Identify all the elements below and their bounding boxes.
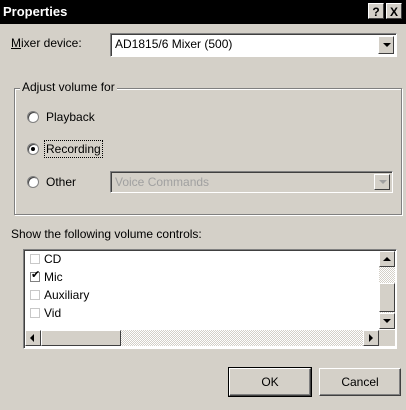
auxiliary-checkbox[interactable] — [30, 290, 40, 300]
other-label[interactable]: Other — [46, 175, 76, 189]
chevron-down-icon — [379, 180, 387, 184]
horizontal-scroll-thumb[interactable] — [41, 330, 121, 346]
help-button[interactable]: ? — [368, 3, 384, 19]
mixer-device-label: Mixer device: — [11, 36, 82, 50]
scroll-right-button[interactable] — [363, 330, 379, 346]
scrollbar-corner — [379, 330, 395, 346]
title-bar: Properties ? X — [0, 0, 406, 24]
mic-label: Mic — [44, 270, 63, 284]
arrow-down-icon — [383, 319, 391, 323]
scroll-left-button[interactable] — [25, 330, 41, 346]
checkmark-icon: ✔ — [31, 269, 41, 281]
close-button[interactable]: X — [386, 3, 402, 19]
other-dropdown-button — [374, 174, 390, 190]
radio-selected-dot — [31, 147, 35, 151]
other-select: Voice Commands — [110, 171, 393, 193]
scroll-up-button[interactable] — [379, 251, 395, 267]
mixer-device-value: AD1815/6 Mixer (500) — [115, 37, 233, 51]
chevron-down-icon — [383, 43, 391, 47]
controls-heading: Show the following volume controls: — [11, 227, 202, 241]
ok-button[interactable]: OK — [228, 367, 312, 397]
arrow-up-icon — [383, 257, 391, 261]
arrow-left-icon — [30, 334, 34, 342]
mixer-device-select[interactable]: AD1815/6 Mixer (500) — [110, 33, 397, 57]
mic-checkbox[interactable]: ✔ — [30, 269, 41, 282]
vid-checkbox[interactable] — [30, 308, 40, 318]
cd-label: CD — [44, 252, 62, 266]
cancel-button[interactable]: Cancel — [319, 368, 401, 396]
vid-label: Vid — [44, 306, 62, 320]
playback-radio[interactable] — [27, 111, 39, 123]
arrow-right-icon — [369, 334, 373, 342]
adjust-volume-title: Adjust volume for — [20, 80, 117, 94]
window-title: Properties — [3, 4, 68, 19]
other-select-value: Voice Commands — [115, 175, 210, 189]
recording-radio[interactable] — [27, 143, 39, 155]
mixer-dropdown-button[interactable] — [378, 36, 394, 54]
scroll-down-button[interactable] — [379, 313, 395, 329]
playback-label[interactable]: Playback — [46, 110, 95, 124]
auxiliary-label: Auxiliary — [44, 288, 90, 302]
volume-controls-list[interactable]: CD ✔ Mic Auxiliary Vid — [23, 249, 397, 349]
recording-label[interactable]: Recording — [44, 140, 103, 158]
vertical-scroll-thumb[interactable] — [379, 283, 395, 312]
cd-checkbox[interactable] — [30, 254, 40, 264]
other-radio[interactable] — [27, 176, 39, 188]
